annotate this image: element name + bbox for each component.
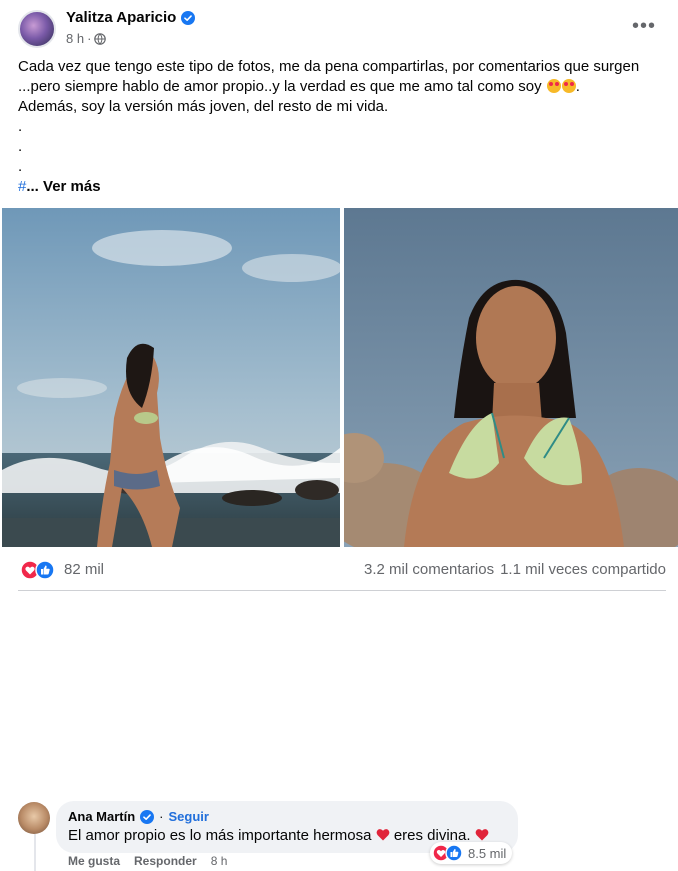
comment-header: Ana Martín · Seguir — [68, 809, 209, 824]
post-text-line-7: #... Ver más — [18, 177, 668, 197]
reactions-count[interactable]: 82 mil — [64, 561, 104, 578]
comment-reaction-icons — [432, 844, 463, 862]
portrait-photo-image — [344, 208, 678, 547]
post-text-line-6: . — [18, 158, 23, 175]
post-text-line-4: . — [18, 118, 23, 135]
comment-actions: Me gusta Responder 8 h — [68, 854, 227, 868]
heart-eyes-emoji-icon — [561, 79, 576, 93]
red-heart-emoji-icon — [475, 829, 489, 841]
follow-button[interactable]: Seguir — [169, 809, 209, 824]
stats-right: 3.2 mil comentarios 1.1 mil veces compar… — [364, 561, 666, 578]
author-row: Yalitza Aparicio — [66, 9, 196, 26]
post-text-line-5: . — [18, 138, 23, 155]
post-text-line-1: Cada vez que tengo este tipo de fotos, m… — [18, 58, 640, 75]
like-reaction-icon — [35, 560, 55, 580]
comment-reactions-count: 8.5 mil — [468, 845, 507, 861]
post-header: Yalitza Aparicio 8 h · ••• — [0, 0, 678, 52]
post-time[interactable]: 8 h — [66, 31, 84, 46]
post-text: Cada vez que tengo este tipo de fotos, m… — [18, 57, 668, 197]
comment-text: El amor propio es lo más importante herm… — [68, 827, 489, 844]
comment-time[interactable]: 8 h — [211, 854, 228, 868]
more-horizontal-icon: ••• — [631, 15, 656, 37]
beach-photo-image — [2, 208, 340, 547]
post-stats: 82 mil 3.2 mil comentarios 1.1 mil veces… — [18, 558, 666, 582]
verified-badge-icon — [181, 10, 196, 25]
see-more-prefix: ... — [26, 178, 39, 195]
post-text-line-3: Además, soy la versión más joven, del re… — [18, 98, 389, 115]
meta-separator: · — [87, 31, 92, 46]
author-avatar[interactable] — [18, 10, 56, 48]
globe-icon — [94, 32, 107, 45]
comments-count[interactable]: 3.2 mil comentarios — [364, 561, 494, 578]
post-photo-2[interactable] — [344, 208, 678, 547]
comment-reply-button[interactable]: Responder — [134, 854, 197, 868]
see-more-link[interactable]: Ver más — [43, 178, 101, 195]
post-photo-1[interactable] — [2, 208, 340, 547]
commenter-avatar[interactable] — [18, 802, 50, 834]
more-options-button[interactable]: ••• — [632, 16, 656, 36]
comment-thread-line — [34, 834, 36, 871]
commenter-name[interactable]: Ana Martín — [68, 809, 135, 824]
post-meta: 8 h · — [66, 31, 107, 46]
post-text-line-2-text: ...pero siempre hablo de amor propio..y … — [18, 78, 542, 95]
comment-reactions[interactable]: 8.5 mil — [430, 842, 513, 864]
like-reaction-icon — [445, 844, 463, 862]
post-text-line-2: ...pero siempre hablo de amor propio..y … — [18, 78, 580, 95]
comment-like-button[interactable]: Me gusta — [68, 854, 120, 868]
comment-text-part-1: El amor propio es lo más importante herm… — [68, 827, 372, 844]
stats-divider — [18, 590, 666, 591]
verified-badge-icon — [140, 809, 155, 824]
comment-header-separator: · — [159, 809, 164, 824]
author-name[interactable]: Yalitza Aparicio — [66, 9, 176, 26]
reactions-icons[interactable] — [20, 560, 56, 580]
red-heart-emoji-icon — [376, 829, 390, 841]
heart-eyes-emoji-icon — [546, 79, 561, 93]
shares-count[interactable]: 1.1 mil veces compartido — [500, 561, 666, 578]
